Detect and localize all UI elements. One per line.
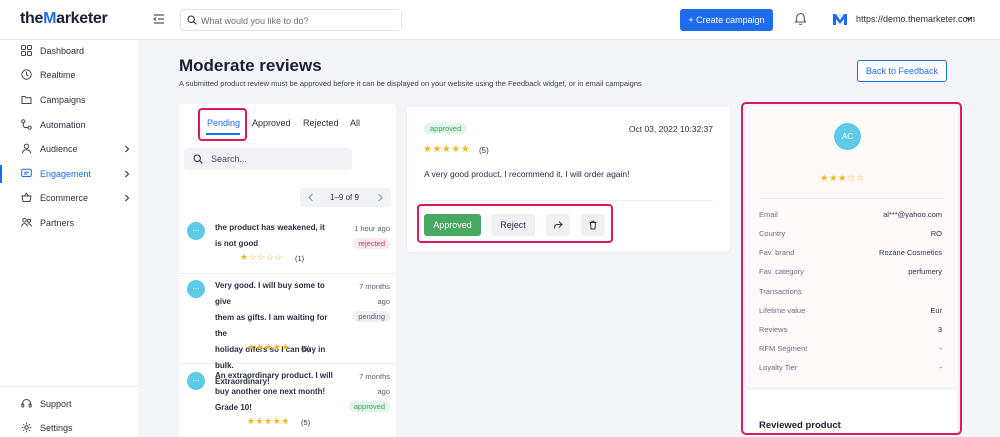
sidebar-item-settings[interactable]: Settings bbox=[0, 417, 138, 437]
pagination-range: 1–9 of 9 bbox=[330, 193, 359, 202]
page-title: Moderate reviews bbox=[179, 56, 322, 75]
global-search-input[interactable] bbox=[201, 13, 396, 28]
rating-stars: ★★★★★ bbox=[247, 416, 290, 426]
basket-icon bbox=[21, 192, 32, 202]
review-search[interactable] bbox=[184, 148, 352, 170]
clock-icon bbox=[21, 69, 32, 80]
headset-icon bbox=[21, 399, 32, 408]
chevron-down-icon[interactable] bbox=[965, 16, 973, 22]
divider bbox=[424, 200, 713, 201]
collapse-menu-icon[interactable] bbox=[153, 13, 165, 25]
reject-button[interactable]: Reject bbox=[491, 214, 535, 236]
page-subtitle: A submitted product review must be appro… bbox=[179, 79, 642, 88]
sidebar-item-label: Ecommerce bbox=[40, 193, 89, 203]
grid-icon bbox=[21, 45, 32, 56]
top-bar: theMarketer + Create campaign https://de… bbox=[0, 0, 1000, 40]
status-badge: approved bbox=[348, 401, 390, 412]
sidebar-item-label: Dashboard bbox=[40, 46, 85, 56]
gear-icon bbox=[21, 422, 32, 433]
user-icon bbox=[21, 143, 32, 154]
review-date: Oct 03, 2022 10:32:37 bbox=[628, 124, 713, 134]
chevron-right-icon bbox=[125, 194, 130, 202]
chevron-right-icon bbox=[125, 145, 130, 153]
sidebar-item-support[interactable]: Support bbox=[0, 393, 138, 415]
approve-button[interactable]: Approved bbox=[424, 214, 481, 236]
status-badge: rejected bbox=[353, 238, 390, 249]
search-icon bbox=[187, 15, 197, 25]
account-url[interactable]: https://demo.themarketer.com bbox=[856, 14, 975, 24]
rating-stars: ★☆☆☆☆ bbox=[240, 252, 283, 262]
delete-button[interactable] bbox=[581, 214, 605, 236]
search-icon bbox=[193, 154, 203, 164]
share-button[interactable] bbox=[546, 214, 570, 236]
sidebar-item-campaigns[interactable]: Campaigns bbox=[0, 89, 138, 111]
pagination: 1–9 of 9 bbox=[300, 188, 391, 207]
reviewer-avatar: ... bbox=[187, 372, 205, 390]
review-list-item[interactable]: ... the product has weakened, it is not … bbox=[179, 212, 396, 274]
rating-count: (5) bbox=[479, 146, 489, 155]
rating-stars: ★★★★★ bbox=[423, 144, 471, 155]
review-text: A very good product, I recommend it, I w… bbox=[424, 169, 630, 179]
sidebar-item-label: Support bbox=[40, 399, 72, 409]
trash-icon bbox=[589, 220, 597, 230]
sidebar-item-audience[interactable]: Audience bbox=[0, 138, 138, 160]
rating-count: (5) bbox=[301, 418, 311, 427]
chevron-right-icon[interactable] bbox=[376, 193, 384, 202]
chevron-right-icon bbox=[125, 170, 130, 178]
back-to-feedback-button[interactable]: Back to Feedback bbox=[857, 60, 947, 82]
sidebar-item-label: Campaigns bbox=[40, 95, 86, 105]
review-detail-panel: approved Oct 03, 2022 10:32:37 ★★★★★ (5)… bbox=[407, 107, 730, 252]
status-badge: pending bbox=[353, 311, 390, 322]
sidebar-item-label: Realtime bbox=[40, 70, 76, 80]
flow-icon bbox=[21, 119, 32, 130]
rating-stars: ★★★★★ bbox=[247, 342, 290, 352]
chat-icon bbox=[21, 168, 32, 178]
notifications-bell-icon[interactable] bbox=[794, 12, 807, 26]
sidebar-item-engagement[interactable]: Engagement bbox=[0, 163, 138, 185]
folder-icon bbox=[21, 96, 32, 104]
review-date: 1 hour ago bbox=[354, 224, 390, 233]
sidebar-item-label: Settings bbox=[40, 423, 73, 433]
sidebar-item-label: Automation bbox=[40, 120, 86, 130]
sidebar-item-partners[interactable]: Partners bbox=[0, 212, 138, 234]
share-icon bbox=[553, 221, 563, 229]
tab-highlight-box bbox=[198, 108, 247, 141]
chevron-left-icon[interactable] bbox=[307, 193, 315, 202]
global-search[interactable] bbox=[180, 9, 402, 31]
sidebar-item-label: Engagement bbox=[40, 169, 92, 179]
tab-approved[interactable]: Approved bbox=[252, 118, 291, 128]
rating-count: (1) bbox=[295, 254, 305, 263]
rating-count: (5) bbox=[301, 344, 311, 353]
review-date: 7 months ago bbox=[359, 282, 390, 306]
tab-all[interactable]: All bbox=[350, 118, 360, 128]
tab-rejected[interactable]: Rejected bbox=[303, 118, 339, 128]
reviewer-avatar: ... bbox=[187, 280, 205, 298]
sidebar-footer: Support Settings bbox=[0, 386, 138, 437]
partners-icon bbox=[21, 218, 32, 227]
create-campaign-button[interactable]: + Create campaign bbox=[680, 9, 773, 31]
review-snippet: An extraordinary product. I will buy ano… bbox=[215, 371, 333, 412]
sidebar-item-realtime[interactable]: Realtime bbox=[0, 64, 138, 86]
account-logo-icon bbox=[833, 14, 847, 25]
sidebar-item-label: Audience bbox=[40, 144, 78, 154]
review-snippet: the product has weakened, it is not good bbox=[215, 223, 325, 248]
sidebar-item-dashboard[interactable]: Dashboard bbox=[0, 40, 138, 62]
sidebar-item-automation[interactable]: Automation bbox=[0, 114, 138, 136]
reviewer-avatar: ... bbox=[187, 222, 205, 240]
review-search-input[interactable] bbox=[211, 152, 346, 166]
status-badge: approved bbox=[424, 123, 468, 134]
brand-logo[interactable]: theMarketer bbox=[20, 10, 108, 28]
review-date: 7 months ago bbox=[359, 372, 390, 396]
sidebar-item-label: Partners bbox=[40, 218, 75, 228]
sidebar-item-ecommerce[interactable]: Ecommerce bbox=[0, 187, 138, 209]
review-list-panel: Pending Approved Rejected All 1–9 of 9 .… bbox=[179, 104, 396, 437]
review-list-item[interactable]: ... An extraordinary product. I will buy… bbox=[179, 364, 396, 437]
sidebar: Dashboard Realtime Campaigns Automation … bbox=[0, 40, 138, 437]
customer-highlight-box bbox=[741, 102, 962, 435]
review-list-item[interactable]: ... Very good. I will buy some to give t… bbox=[179, 274, 396, 386]
